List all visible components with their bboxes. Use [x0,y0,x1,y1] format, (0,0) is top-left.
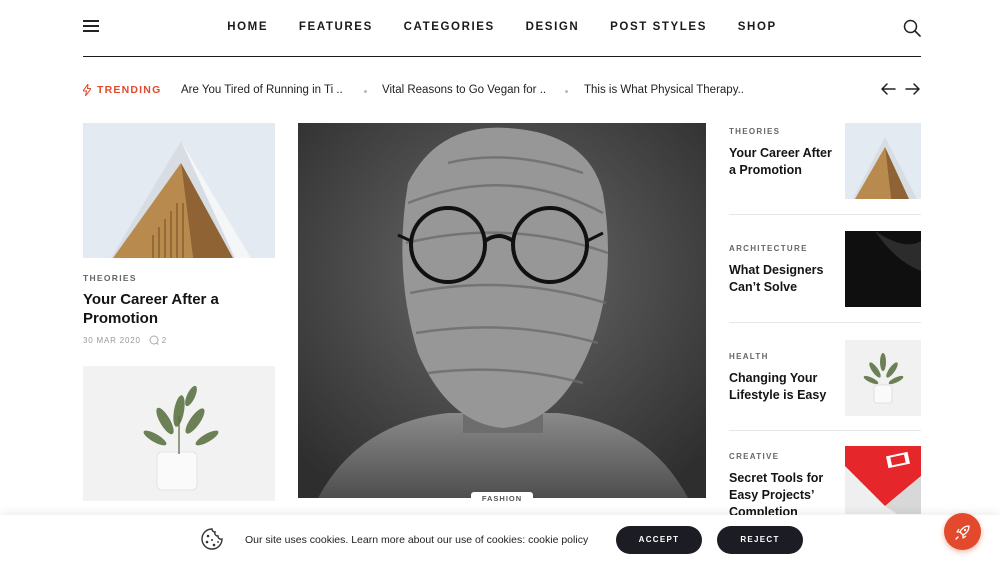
cookie-policy-link[interactable]: cookie policy [528,534,588,546]
side-post-2: ARCHITECTURE What Designers Can’t Solve [729,231,921,329]
post-category[interactable]: THEORIES [83,273,137,283]
side-post-category[interactable]: ARCHITECTURE [729,244,808,253]
side-post-title[interactable]: Your Career After a Promotion [729,145,837,179]
nav-home[interactable]: HOME [227,21,268,33]
nav-design[interactable]: DESIGN [526,21,580,33]
hero-portrait-illustration [298,123,706,498]
trending-label: TRENDING [83,84,161,96]
post-image-plant[interactable] [83,366,275,501]
side-post-thumb[interactable] [845,446,921,514]
cookie-message: Our site uses cookies. Learn more about … [245,534,588,546]
main-nav: HOME FEATURES CATEGORIES DESIGN POST STY… [83,21,921,33]
separator-dot [565,90,568,93]
nav-categories[interactable]: CATEGORIES [404,21,495,33]
side-post-category[interactable]: CREATIVE [729,452,779,461]
side-post-title[interactable]: Secret Tools for Easy Projects’ Completi… [729,470,839,521]
trending-item-1[interactable]: Are You Tired of Running in Ti .. [181,84,343,96]
divider [729,214,921,215]
accept-button[interactable]: ACCEPT [616,526,702,554]
arrow-left-icon[interactable] [880,82,896,96]
side-post-4: CREATIVE Secret Tools for Easy Projects’… [729,446,921,519]
trending-item-2[interactable]: Vital Reasons to Go Vegan for .. [382,84,546,96]
category-badge[interactable]: FASHION [471,492,533,506]
site-header: HOME FEATURES CATEGORIES DESIGN POST STY… [83,0,921,57]
lightning-icon [83,84,91,96]
side-post-category[interactable]: THEORIES [729,127,780,136]
reject-button[interactable]: REJECT [717,526,803,554]
side-post-title[interactable]: What Designers Can’t Solve [729,262,837,296]
side-post-1: THEORIES Your Career After a Promotion [729,123,921,212]
building-thumbnail [845,123,921,199]
trending-text: TRENDING [97,84,162,96]
trending-item-3[interactable]: This is What Physical Therapy.. [584,84,744,96]
side-post-thumb[interactable] [845,340,921,416]
separator-dot [364,90,367,93]
featured-post-image[interactable] [298,123,706,498]
rocket-icon [954,524,970,540]
comments-count-wrap[interactable]: 2 [149,335,167,345]
post-meta: 30 MAR 2020 2 [83,335,167,345]
side-post-category[interactable]: HEALTH [729,352,769,361]
cookie-message-text: Our site uses cookies. Learn more about … [245,534,529,546]
nav-shop[interactable]: SHOP [738,21,777,33]
plant-thumbnail [845,340,921,416]
trending-bar: TRENDING Are You Tired of Running in Ti … [83,82,921,100]
laptop-thumbnail [845,446,921,514]
plant-illustration [83,366,275,501]
dark-abstract-thumbnail [845,231,921,307]
rocket-button[interactable] [944,513,981,550]
post-date: 30 MAR 2020 [83,335,141,345]
side-post-thumb[interactable] [845,231,921,307]
cookie-banner: Our site uses cookies. Learn more about … [0,515,1000,562]
comments-count: 2 [161,335,167,345]
divider [729,322,921,323]
side-post-3: HEALTH Changing Your Lifestyle is Easy [729,340,921,437]
nav-post-styles[interactable]: POST STYLES [610,21,707,33]
side-post-title[interactable]: Changing Your Lifestyle is Easy [729,370,837,404]
cookie-icon [201,528,223,550]
arrow-right-icon[interactable] [905,82,921,96]
search-icon[interactable] [903,19,921,37]
post-image-architecture[interactable] [83,123,275,258]
nav-features[interactable]: FEATURES [299,21,373,33]
divider [729,430,921,431]
post-title[interactable]: Your Career After a Promotion [83,291,258,328]
comment-icon [149,335,159,345]
side-post-thumb[interactable] [845,123,921,199]
building-illustration [83,123,275,258]
